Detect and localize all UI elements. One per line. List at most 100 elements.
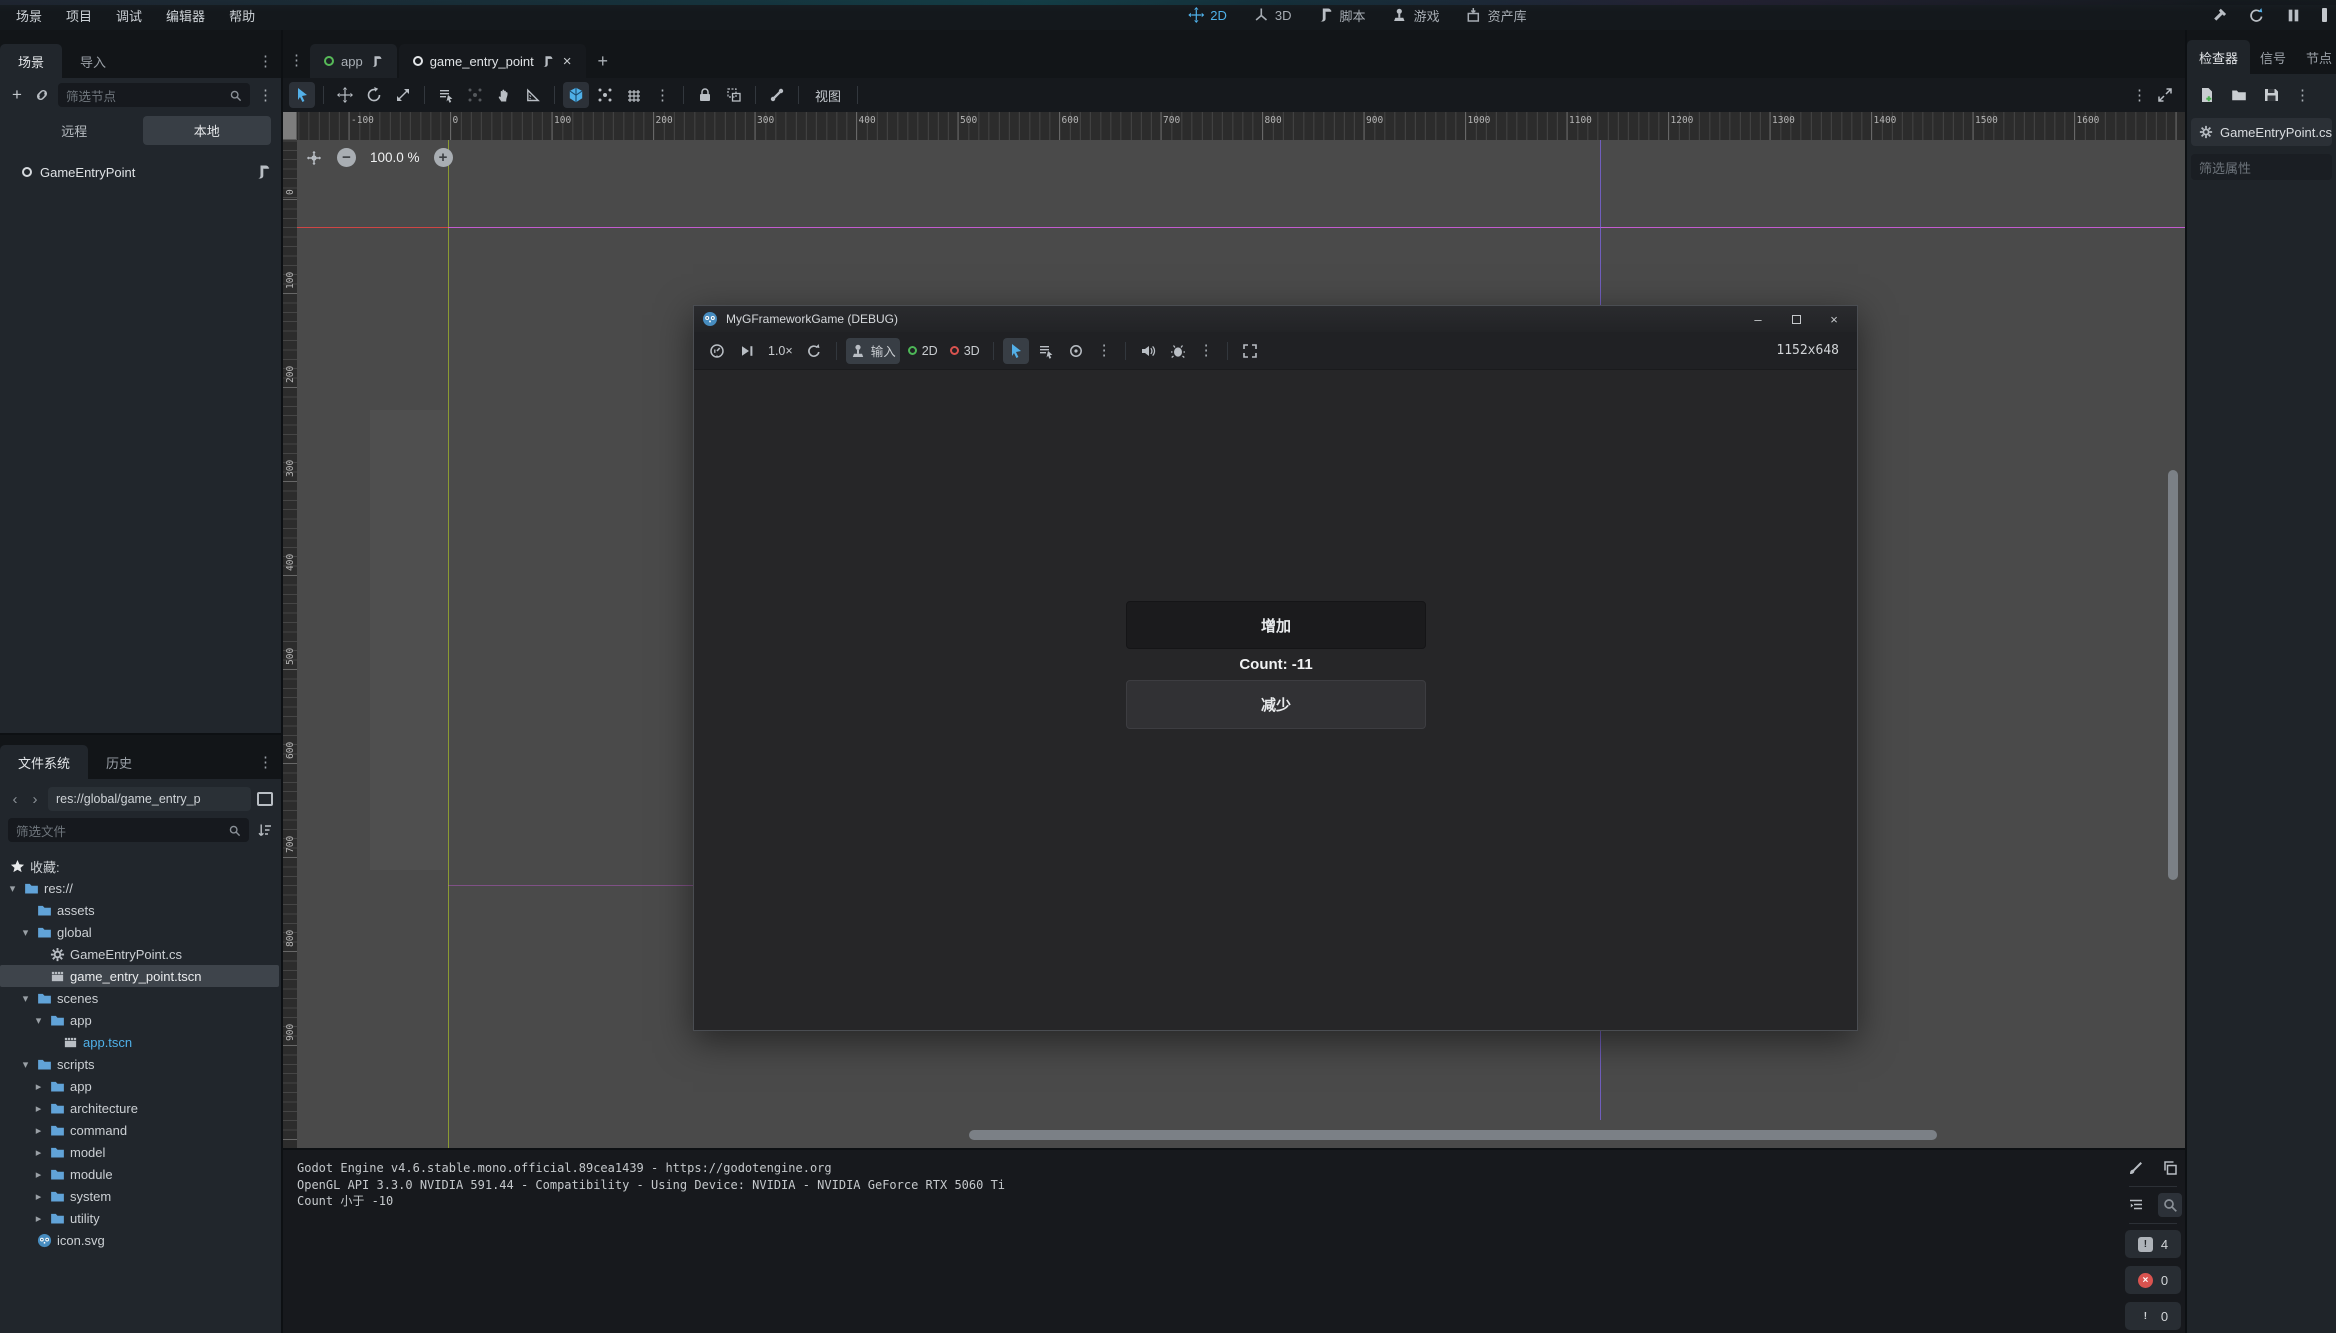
tree-chevron-icon[interactable]: ▸ (32, 1102, 45, 1115)
tree-chevron-icon[interactable]: ▾ (19, 992, 32, 1005)
picker-menu[interactable]: ⋮ (1093, 343, 1116, 358)
audio-toggle[interactable] (1135, 338, 1161, 364)
tree-chevron-icon[interactable]: ▸ (32, 1190, 45, 1203)
file-tree-item[interactable]: ▸architecture (0, 1097, 281, 1119)
input-toggle[interactable]: 输入 (846, 338, 900, 364)
scene-root-node[interactable]: GameEntryPoint (0, 160, 281, 184)
path-field[interactable]: res://global/game_entry_p (48, 787, 251, 811)
restart-icon[interactable] (2248, 6, 2265, 23)
close-tab-icon[interactable]: × (563, 53, 572, 70)
warning-count-badge[interactable]: ! 0 (2125, 1302, 2181, 1330)
decrease-button[interactable]: 减少 (1126, 680, 1426, 729)
file-tree-item[interactable]: game_entry_point.tscn (0, 965, 279, 987)
measure-tool[interactable] (520, 82, 546, 108)
file-tree-item[interactable]: ▸model (0, 1141, 281, 1163)
zoom-in-button[interactable]: + (434, 148, 453, 167)
2d-canvas[interactable]: − 100.0 % + MyGFrameworkGame (DEBUG) – × (297, 140, 2185, 1148)
file-tree-item[interactable]: 收藏: (0, 855, 281, 877)
filesystem-menu-icon[interactable]: ⋮ (258, 753, 273, 771)
debug-menu[interactable]: ⋮ (1195, 343, 1218, 358)
tab-import[interactable]: 导入 (62, 44, 124, 78)
list-select-tool[interactable] (433, 82, 459, 108)
file-tree-item[interactable]: GameEntryPoint.cs (0, 943, 281, 965)
smart-snap-toggle[interactable] (563, 82, 589, 108)
menu-item-0[interactable]: 场景 (6, 2, 52, 29)
tree-chevron-icon[interactable]: ▾ (19, 926, 32, 939)
file-tree-item[interactable]: ▸system (0, 1185, 281, 1207)
tree-chevron-icon[interactable]: ▸ (32, 1080, 45, 1093)
view-menu[interactable]: 视图 (807, 86, 849, 105)
tab-filesystem[interactable]: 文件系统 (0, 745, 88, 779)
file-tree-item[interactable]: ▸app (0, 1075, 281, 1097)
select-tool[interactable] (289, 82, 315, 108)
copy-output-button[interactable] (2158, 1156, 2182, 1180)
file-tree-item[interactable]: ▾scenes (0, 987, 281, 1009)
error-count-badge[interactable]: × 0 (2125, 1266, 2181, 1294)
file-tree-item[interactable]: app.tscn (0, 1031, 281, 1053)
expand-bottom-panel-icon[interactable] (2157, 87, 2173, 104)
back-icon[interactable]: ‹ (8, 791, 22, 808)
fullscreen-button[interactable] (1237, 338, 1263, 364)
speed-label[interactable]: 1.0× (764, 338, 797, 364)
load-resource-icon[interactable] (2231, 87, 2247, 103)
collapse-output-button[interactable] (2124, 1193, 2148, 1217)
workspace-3[interactable]: 游戏 (1392, 6, 1440, 25)
file-tree-item[interactable]: ▸command (0, 1119, 281, 1141)
pan-tool[interactable] (491, 82, 517, 108)
debug-count-badge[interactable]: ! 4 (2125, 1230, 2181, 1258)
workspace-0[interactable]: 2D (1188, 7, 1227, 23)
scene-dock-menu-icon[interactable]: ⋮ (258, 52, 273, 70)
search-output-button[interactable] (2158, 1193, 2182, 1217)
split-view-icon[interactable] (257, 792, 273, 806)
tree-chevron-icon[interactable]: ▸ (32, 1124, 45, 1137)
remote-toggle[interactable]: 远程 (10, 116, 139, 145)
maximize-button[interactable] (1781, 312, 1811, 327)
tree-chevron-icon[interactable]: ▸ (32, 1212, 45, 1225)
local-toggle[interactable]: 本地 (143, 116, 272, 145)
movie-tool-icon[interactable] (2211, 6, 2228, 23)
clear-output-button[interactable] (2124, 1156, 2148, 1180)
pick-target-button[interactable] (1063, 338, 1089, 364)
tab-history[interactable]: 历史 (88, 745, 150, 779)
speed-gauge-icon[interactable] (704, 338, 730, 364)
tree-chevron-icon[interactable]: ▾ (19, 1058, 32, 1071)
file-tree-item[interactable]: ▾res:// (0, 877, 281, 899)
rotate-tool[interactable] (361, 82, 387, 108)
grid-snap-toggle[interactable] (621, 82, 647, 108)
scene-tree-menu-icon[interactable]: ⋮ (258, 88, 273, 103)
toolbar-overflow-icon[interactable]: ⋮ (2132, 88, 2147, 103)
filter-properties-input[interactable]: 筛选属性 (2191, 154, 2332, 180)
menu-item-3[interactable]: 编辑器 (156, 2, 215, 29)
scene-tabs-menu-icon[interactable]: ⋮ (289, 51, 304, 69)
tab-scene[interactable]: 场景 (0, 44, 62, 78)
reset-speed-button[interactable] (801, 338, 827, 364)
tree-chevron-icon[interactable]: ▾ (32, 1014, 45, 1027)
canvas-vertical-scrollbar[interactable] (2168, 470, 2178, 880)
increase-button[interactable]: 增加 (1126, 601, 1426, 649)
new-resource-icon[interactable] (2199, 87, 2215, 103)
menu-item-4[interactable]: 帮助 (219, 2, 265, 29)
file-tree-item[interactable]: ▾global (0, 921, 281, 943)
group-button[interactable] (721, 82, 747, 108)
pause-icon[interactable] (2285, 6, 2302, 23)
workspace-4[interactable]: 资产库 (1466, 6, 1527, 25)
tab-node[interactable]: 节点 (2296, 40, 2336, 74)
game-window-titlebar[interactable]: MyGFrameworkGame (DEBUG) – × (694, 306, 1857, 332)
file-tree-item[interactable]: ▾app (0, 1009, 281, 1031)
instance-scene-icon[interactable] (34, 87, 50, 103)
file-tree-item[interactable]: assets (0, 899, 281, 921)
forward-icon[interactable]: › (28, 791, 42, 808)
lock-button[interactable] (692, 82, 718, 108)
scene-tab-0[interactable]: app (310, 44, 397, 78)
debug-button[interactable] (1165, 338, 1191, 364)
file-tree-item[interactable]: ▸module (0, 1163, 281, 1185)
tree-chevron-icon[interactable]: ▾ (6, 882, 19, 895)
file-tree-item[interactable]: icon.svg (0, 1229, 281, 1251)
zoom-level[interactable]: 100.0 % (370, 150, 420, 165)
clipped-run-icon[interactable] (2322, 7, 2332, 23)
tab-inspector[interactable]: 检查器 (2187, 40, 2250, 74)
canvas-horizontal-scrollbar[interactable] (969, 1130, 1937, 1140)
sort-files-icon[interactable] (257, 822, 273, 838)
tab-signals[interactable]: 信号 (2250, 40, 2296, 74)
inspector-menu-icon[interactable]: ⋮ (2295, 88, 2310, 103)
